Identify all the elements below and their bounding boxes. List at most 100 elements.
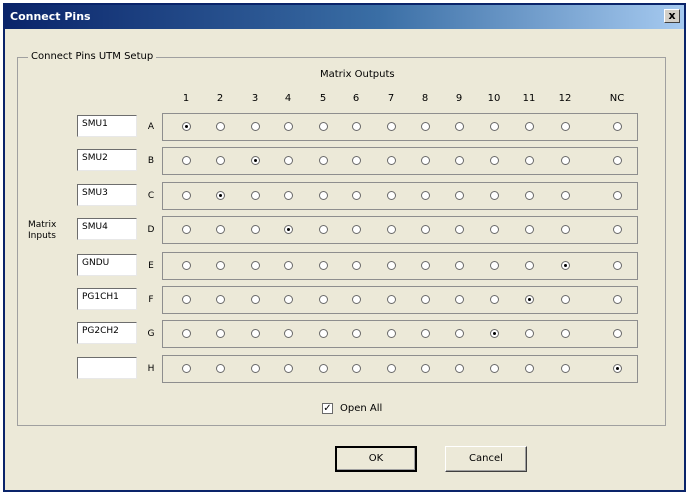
radio-f-4[interactable] (284, 295, 293, 304)
title-bar[interactable]: Connect Pins x (5, 5, 684, 29)
radio-g-7[interactable] (387, 329, 396, 338)
radio-d-nc[interactable] (613, 225, 622, 234)
radio-h-11[interactable] (525, 364, 534, 373)
radio-c-2[interactable] (216, 191, 225, 200)
radio-c-8[interactable] (421, 191, 430, 200)
radio-a-1[interactable] (182, 122, 191, 131)
radio-e-5[interactable] (319, 261, 328, 270)
cancel-button[interactable]: Cancel (445, 446, 527, 472)
radio-h-1[interactable] (182, 364, 191, 373)
radio-a-4[interactable] (284, 122, 293, 131)
radio-b-11[interactable] (525, 156, 534, 165)
radio-a-7[interactable] (387, 122, 396, 131)
radio-h-2[interactable] (216, 364, 225, 373)
radio-b-3[interactable] (251, 156, 260, 165)
radio-b-7[interactable] (387, 156, 396, 165)
radio-d-11[interactable] (525, 225, 534, 234)
radio-a-8[interactable] (421, 122, 430, 131)
radio-b-2[interactable] (216, 156, 225, 165)
radio-g-10[interactable] (490, 329, 499, 338)
radio-g-12[interactable] (561, 329, 570, 338)
radio-f-9[interactable] (455, 295, 464, 304)
radio-f-2[interactable] (216, 295, 225, 304)
radio-a-10[interactable] (490, 122, 499, 131)
radio-e-12[interactable] (561, 261, 570, 270)
radio-d-6[interactable] (352, 225, 361, 234)
radio-c-1[interactable] (182, 191, 191, 200)
radio-d-12[interactable] (561, 225, 570, 234)
radio-f-12[interactable] (561, 295, 570, 304)
radio-e-nc[interactable] (613, 261, 622, 270)
matrix-input-field[interactable]: SMU4 (77, 218, 137, 240)
radio-d-4[interactable] (284, 225, 293, 234)
radio-e-6[interactable] (352, 261, 361, 270)
radio-b-10[interactable] (490, 156, 499, 165)
radio-h-6[interactable] (352, 364, 361, 373)
radio-c-5[interactable] (319, 191, 328, 200)
radio-d-9[interactable] (455, 225, 464, 234)
radio-a-6[interactable] (352, 122, 361, 131)
radio-c-11[interactable] (525, 191, 534, 200)
radio-f-10[interactable] (490, 295, 499, 304)
radio-h-nc[interactable] (613, 364, 622, 373)
radio-a-9[interactable] (455, 122, 464, 131)
radio-b-9[interactable] (455, 156, 464, 165)
radio-b-1[interactable] (182, 156, 191, 165)
radio-f-11[interactable] (525, 295, 534, 304)
radio-d-1[interactable] (182, 225, 191, 234)
radio-h-4[interactable] (284, 364, 293, 373)
radio-a-3[interactable] (251, 122, 260, 131)
radio-g-4[interactable] (284, 329, 293, 338)
radio-d-2[interactable] (216, 225, 225, 234)
radio-a-12[interactable] (561, 122, 570, 131)
radio-e-10[interactable] (490, 261, 499, 270)
radio-d-5[interactable] (319, 225, 328, 234)
radio-h-7[interactable] (387, 364, 396, 373)
radio-e-2[interactable] (216, 261, 225, 270)
radio-e-8[interactable] (421, 261, 430, 270)
radio-g-3[interactable] (251, 329, 260, 338)
matrix-input-field[interactable]: SMU2 (77, 149, 137, 171)
radio-g-9[interactable] (455, 329, 464, 338)
radio-h-10[interactable] (490, 364, 499, 373)
radio-d-3[interactable] (251, 225, 260, 234)
matrix-input-field[interactable]: PG2CH2 (77, 322, 137, 344)
matrix-input-field[interactable]: GNDU (77, 254, 137, 276)
radio-g-6[interactable] (352, 329, 361, 338)
radio-b-4[interactable] (284, 156, 293, 165)
radio-e-4[interactable] (284, 261, 293, 270)
radio-a-11[interactable] (525, 122, 534, 131)
close-button[interactable]: x (664, 9, 680, 23)
radio-a-nc[interactable] (613, 122, 622, 131)
radio-f-5[interactable] (319, 295, 328, 304)
matrix-input-field[interactable]: PG1CH1 (77, 288, 137, 310)
radio-h-5[interactable] (319, 364, 328, 373)
radio-e-9[interactable] (455, 261, 464, 270)
radio-e-3[interactable] (251, 261, 260, 270)
radio-f-1[interactable] (182, 295, 191, 304)
radio-g-5[interactable] (319, 329, 328, 338)
radio-e-1[interactable] (182, 261, 191, 270)
radio-h-3[interactable] (251, 364, 260, 373)
radio-a-5[interactable] (319, 122, 328, 131)
radio-c-7[interactable] (387, 191, 396, 200)
radio-f-3[interactable] (251, 295, 260, 304)
radio-f-8[interactable] (421, 295, 430, 304)
matrix-input-field[interactable] (77, 357, 137, 379)
radio-c-3[interactable] (251, 191, 260, 200)
radio-c-9[interactable] (455, 191, 464, 200)
open-all-checkbox[interactable]: ✓ (322, 403, 333, 414)
radio-d-8[interactable] (421, 225, 430, 234)
radio-g-8[interactable] (421, 329, 430, 338)
radio-g-2[interactable] (216, 329, 225, 338)
matrix-input-field[interactable]: SMU3 (77, 184, 137, 206)
radio-c-nc[interactable] (613, 191, 622, 200)
matrix-input-field[interactable]: SMU1 (77, 115, 137, 137)
radio-h-12[interactable] (561, 364, 570, 373)
radio-f-6[interactable] (352, 295, 361, 304)
radio-c-4[interactable] (284, 191, 293, 200)
radio-e-11[interactable] (525, 261, 534, 270)
ok-button[interactable]: OK (335, 446, 417, 472)
radio-h-8[interactable] (421, 364, 430, 373)
radio-b-6[interactable] (352, 156, 361, 165)
